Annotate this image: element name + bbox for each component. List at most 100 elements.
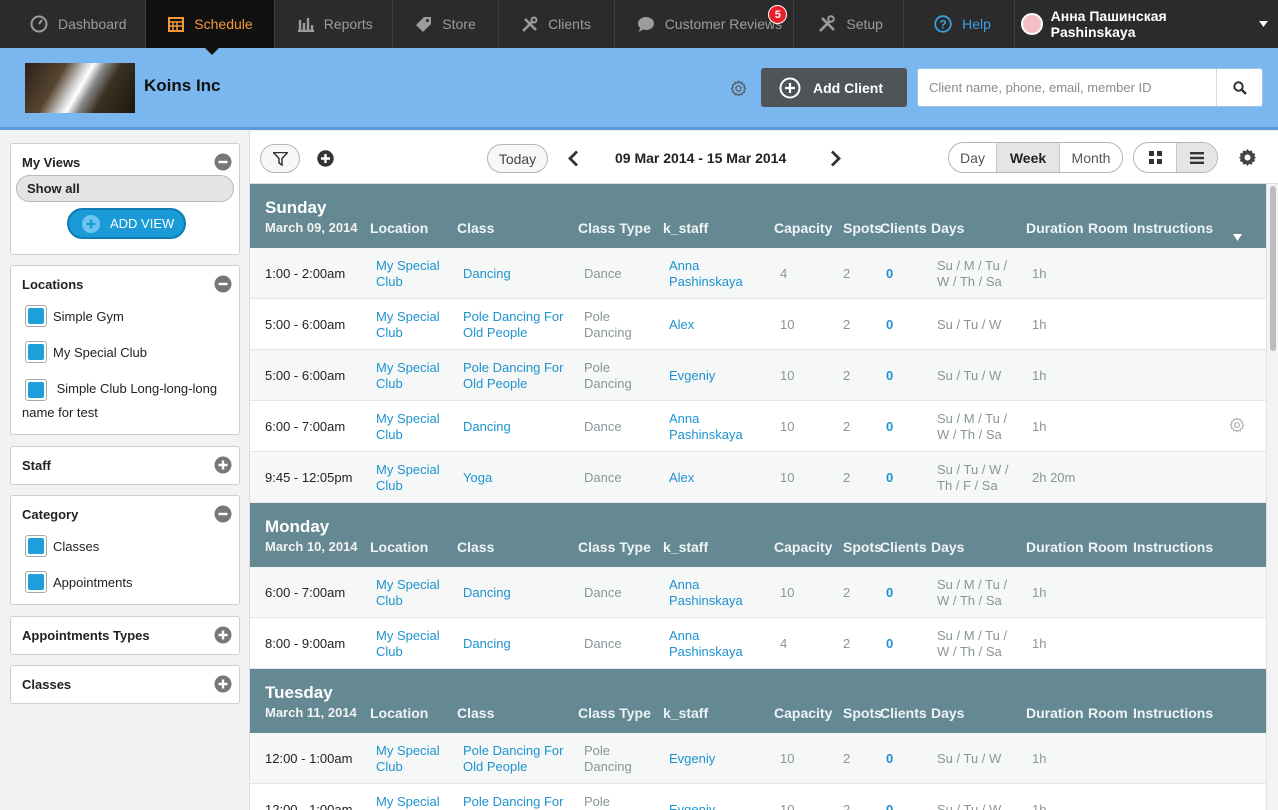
checkbox[interactable] xyxy=(25,341,47,363)
class-link[interactable]: Dancing xyxy=(463,567,575,618)
next-week-icon[interactable] xyxy=(830,150,842,167)
category-filter-item[interactable]: Classes xyxy=(25,535,99,557)
staff-link[interactable]: Anna Pashinskaya xyxy=(669,567,759,618)
class-row[interactable]: 6:00 - 7:00am My Special Club Dancing Dance… xyxy=(250,401,1266,452)
staff-link[interactable]: Alex xyxy=(669,452,759,503)
class-row[interactable]: 1:00 - 2:00am My Special Club Dancing Dance… xyxy=(250,248,1266,299)
add-view-button[interactable]: ADD VIEW xyxy=(67,208,186,239)
location-link[interactable]: My Special Club xyxy=(376,299,456,350)
clients-value[interactable]: 0 xyxy=(886,733,916,784)
class-link[interactable]: Pole Dancing For Old People xyxy=(463,784,575,810)
add-icon[interactable] xyxy=(317,150,334,167)
nav-dashboard[interactable]: Dashboard xyxy=(0,0,147,48)
clients-value[interactable]: 0 xyxy=(886,350,916,401)
location-filter-item[interactable]: Simple Gym xyxy=(25,305,124,327)
class-row[interactable]: 8:00 - 9:00am My Special Club Dancing Dance… xyxy=(250,618,1266,669)
column-header[interactable]: Room xyxy=(1088,705,1128,721)
column-header[interactable]: Capacity xyxy=(774,705,832,721)
column-header[interactable]: Capacity xyxy=(774,220,832,236)
class-row[interactable]: 12:00 - 1:00amMy Special ClubPole Dancin… xyxy=(250,733,1266,784)
nav-customer-reviews[interactable]: Customer Reviews 5 xyxy=(615,0,795,48)
column-header[interactable]: Duration xyxy=(1026,539,1084,555)
filter-button[interactable] xyxy=(260,144,300,173)
column-header[interactable]: Room xyxy=(1088,539,1128,555)
column-header[interactable]: Class xyxy=(457,220,494,236)
location-link[interactable]: My Special Club xyxy=(376,350,456,401)
column-header[interactable]: Class Type xyxy=(578,539,651,555)
class-link[interactable]: Yoga xyxy=(463,452,575,503)
column-header[interactable]: Class Type xyxy=(578,220,651,236)
class-link[interactable]: Pole Dancing For Old People xyxy=(463,299,575,350)
clients-value[interactable]: 0 xyxy=(886,299,916,350)
clients-value[interactable]: 0 xyxy=(886,401,916,452)
checkbox[interactable] xyxy=(25,378,47,401)
month-view-tab[interactable]: Month xyxy=(1060,143,1122,172)
column-header[interactable]: k_staff xyxy=(663,539,708,555)
location-link[interactable]: My Special Club xyxy=(376,784,456,810)
column-header[interactable]: Instructions xyxy=(1133,539,1213,555)
clients-value[interactable]: 0 xyxy=(886,567,916,618)
clients-value[interactable]: 0 xyxy=(886,618,916,669)
nav-store[interactable]: Store xyxy=(393,0,500,48)
collapse-icon[interactable] xyxy=(214,153,232,171)
expand-icon[interactable] xyxy=(214,456,232,474)
checkbox[interactable] xyxy=(25,571,47,593)
settings-gear-icon[interactable] xyxy=(1238,148,1257,167)
user-menu[interactable]: Анна Пашинская Pashinskaya xyxy=(1015,0,1278,48)
grid-layout-button[interactable] xyxy=(1134,143,1177,172)
column-header[interactable]: k_staff xyxy=(663,220,708,236)
class-link[interactable]: Pole Dancing For Old People xyxy=(463,733,575,784)
category-filter-item[interactable]: Appointments xyxy=(25,571,133,593)
row-settings-gear-icon[interactable] xyxy=(1229,417,1245,433)
column-header[interactable]: Class xyxy=(457,539,494,555)
checkbox[interactable] xyxy=(25,535,47,557)
location-link[interactable]: My Special Club xyxy=(376,567,456,618)
class-row[interactable]: 12:00 - 1:00amMy Special ClubPole Dancin… xyxy=(250,784,1266,810)
search-button[interactable] xyxy=(1216,69,1262,106)
column-header[interactable]: k_staff xyxy=(663,705,708,721)
appointment-types-panel[interactable]: Appointments Types xyxy=(10,616,240,655)
week-view-tab[interactable]: Week xyxy=(997,143,1060,172)
scrollbar-thumb[interactable] xyxy=(1270,186,1276,351)
list-layout-button[interactable] xyxy=(1177,143,1217,172)
staff-link[interactable]: Anna Pashinskaya xyxy=(669,248,759,299)
nav-help[interactable]: ? Help xyxy=(904,0,1015,48)
staff-link[interactable]: Anna Pashinskaya xyxy=(669,401,759,452)
dropdown-arrow-icon[interactable] xyxy=(1233,234,1242,241)
collapse-icon[interactable] xyxy=(214,275,232,293)
clients-value[interactable]: 0 xyxy=(886,452,916,503)
class-row[interactable]: 5:00 - 6:00am My Special Club Pole Dancing… xyxy=(250,350,1266,401)
staff-panel[interactable]: Staff xyxy=(10,446,240,485)
nav-clients[interactable]: Clients xyxy=(499,0,615,48)
column-header[interactable]: Location xyxy=(370,220,428,236)
settings-gear-icon[interactable] xyxy=(730,80,747,97)
nav-setup[interactable]: Setup xyxy=(794,0,905,48)
staff-link[interactable]: Alex xyxy=(669,299,759,350)
column-header[interactable]: Days xyxy=(931,220,964,236)
column-header[interactable]: Duration xyxy=(1026,220,1084,236)
today-button[interactable]: Today xyxy=(487,144,548,173)
location-link[interactable]: My Special Club xyxy=(376,401,456,452)
column-header[interactable]: Spots xyxy=(843,705,882,721)
expand-icon[interactable] xyxy=(214,626,232,644)
checkbox[interactable] xyxy=(25,305,47,327)
nav-schedule[interactable]: Schedule xyxy=(146,0,275,48)
column-header[interactable]: Duration xyxy=(1026,705,1084,721)
column-header[interactable]: Clients xyxy=(880,539,927,555)
column-header[interactable]: Spots xyxy=(843,539,882,555)
column-header[interactable]: Class Type xyxy=(578,705,651,721)
location-link[interactable]: My Special Club xyxy=(376,248,456,299)
vertical-scrollbar[interactable] xyxy=(1266,184,1278,810)
column-header[interactable]: Clients xyxy=(880,220,927,236)
expand-icon[interactable] xyxy=(214,675,232,693)
class-link[interactable]: Pole Dancing For Old People xyxy=(463,350,575,401)
column-header[interactable]: Clients xyxy=(880,705,927,721)
day-view-tab[interactable]: Day xyxy=(949,143,997,172)
nav-reports[interactable]: Reports xyxy=(275,0,394,48)
class-link[interactable]: Dancing xyxy=(463,248,575,299)
client-search-input[interactable] xyxy=(918,69,1218,106)
classes-panel[interactable]: Classes xyxy=(10,665,240,704)
column-header[interactable]: Instructions xyxy=(1133,220,1213,236)
staff-link[interactable]: Anna Pashinskaya xyxy=(669,618,759,669)
column-header[interactable]: Capacity xyxy=(774,539,832,555)
